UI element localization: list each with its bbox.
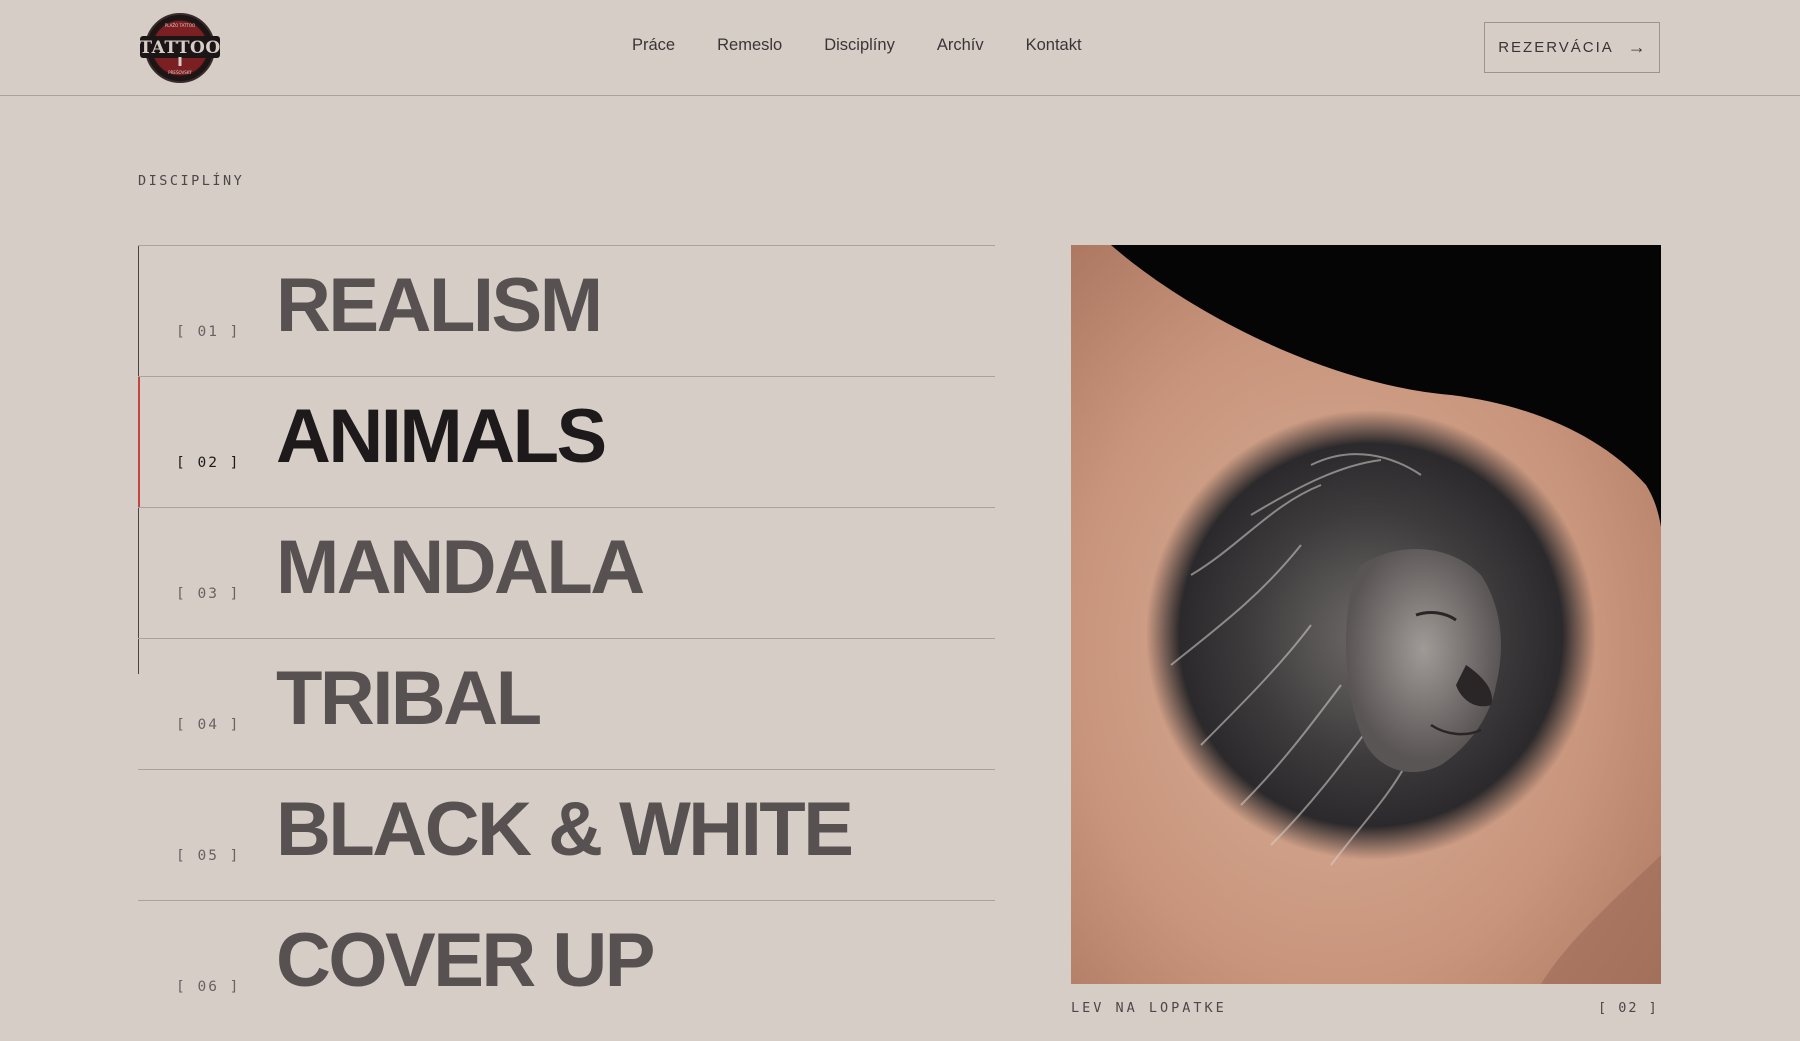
- reservation-button-label: REZERVÁCIA: [1498, 39, 1614, 56]
- discipline-number: [ 05 ]: [176, 848, 241, 864]
- discipline-title: COVER UP: [276, 918, 655, 1003]
- nav-item-remeslo[interactable]: Remeslo: [717, 36, 782, 55]
- discipline-number: [ 02 ]: [176, 455, 241, 471]
- discipline-item-mandala[interactable]: [ 03 ] MANDALA: [138, 507, 995, 638]
- discipline-list: [ 01 ] REALISM [ 02 ] ANIMALS [ 03 ] MAN…: [138, 245, 995, 1041]
- discipline-item-animals[interactable]: [ 02 ] ANIMALS: [138, 376, 995, 507]
- discipline-item-realism[interactable]: [ 01 ] REALISM: [138, 245, 995, 376]
- discipline-number: [ 01 ]: [176, 324, 241, 340]
- logo-bottom-text: PREŠOVSKÝ: [168, 70, 192, 75]
- main-nav: Práce Remeslo Disciplíny Archív Kontakt: [632, 36, 1124, 55]
- nav-item-discipliny[interactable]: Disciplíny: [824, 36, 895, 55]
- nav-item-kontakt[interactable]: Kontakt: [1026, 36, 1082, 55]
- section-eyebrow: DISCIPLÍNY: [138, 173, 245, 189]
- discipline-number: [ 04 ]: [176, 717, 241, 733]
- reservation-button[interactable]: REZERVÁCIA →: [1484, 22, 1660, 73]
- preview-number: [ 02 ]: [1598, 1000, 1659, 1016]
- arrow-right-icon: →: [1627, 37, 1646, 57]
- preview-caption: LEV NA LOPATKE: [1071, 1000, 1227, 1016]
- site-header: TATTOO PLAŽO TATTOO PREŠOVSKÝ Práce Reme…: [0, 0, 1800, 96]
- discipline-item-tribal[interactable]: [ 04 ] TRIBAL: [138, 638, 995, 769]
- discipline-title: REALISM: [276, 263, 603, 348]
- discipline-title: TRIBAL: [276, 656, 542, 741]
- nav-item-prace[interactable]: Práce: [632, 36, 675, 55]
- nav-item-archiv[interactable]: Archív: [937, 36, 984, 55]
- discipline-item-cover-up[interactable]: [ 06 ] COVER UP: [138, 900, 995, 1041]
- discipline-item-black-white[interactable]: [ 05 ] BLACK & WHITE: [138, 769, 995, 900]
- tattoo-preview-image: [1071, 245, 1661, 984]
- discipline-number: [ 06 ]: [176, 979, 241, 995]
- logo-wordmark: TATTOO: [139, 38, 220, 58]
- brand-logo[interactable]: TATTOO PLAŽO TATTOO PREŠOVSKÝ: [138, 13, 222, 83]
- discipline-number: [ 03 ]: [176, 586, 241, 602]
- discipline-title: ANIMALS: [276, 394, 607, 479]
- discipline-title: BLACK & WHITE: [276, 787, 854, 872]
- logo-top-text: PLAŽO TATTOO: [165, 23, 195, 28]
- discipline-title: MANDALA: [276, 525, 645, 610]
